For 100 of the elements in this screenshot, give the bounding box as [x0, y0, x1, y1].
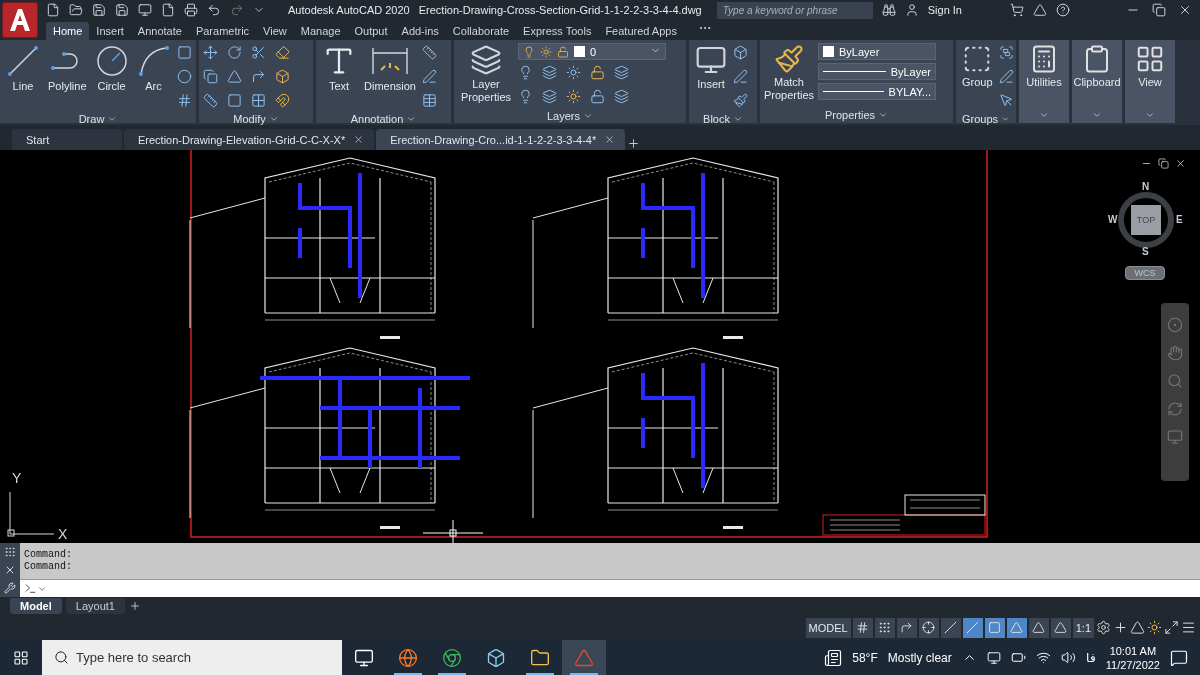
sign-in-link[interactable]: Sign In	[927, 4, 962, 16]
binoculars-icon[interactable]	[881, 3, 896, 17]
ribbon-tab[interactable]: Annotate	[130, 22, 189, 40]
print-icon[interactable]	[184, 3, 198, 17]
model-space-button[interactable]: MODEL	[805, 617, 851, 638]
ribbon-tab[interactable]: Insert	[89, 22, 131, 40]
cart-icon[interactable]	[1010, 3, 1024, 17]
array-icon[interactable]	[251, 93, 266, 108]
redo-icon[interactable]	[230, 3, 244, 17]
close-icon[interactable]	[604, 134, 616, 145]
group-button[interactable]: Group	[960, 43, 995, 90]
move-icon[interactable]	[203, 45, 218, 60]
erase-icon[interactable]	[275, 45, 290, 60]
panel-button[interactable]: Utilities	[1024, 43, 1064, 90]
group-select-icon[interactable]	[998, 93, 1014, 108]
rectangle-icon[interactable]	[176, 45, 192, 60]
arc-button[interactable]: Arc	[134, 43, 173, 94]
menu-icon[interactable]	[1181, 620, 1196, 635]
panel-button[interactable]: Clipboard	[1071, 43, 1123, 90]
linetype-dropdown[interactable]: BYLAY...	[818, 83, 936, 100]
text-button[interactable]: Text	[320, 43, 358, 94]
panel-title[interactable]: Draw	[0, 112, 196, 126]
fullscreen-icon[interactable]	[1164, 620, 1179, 635]
weather-text[interactable]: Mostly clear	[887, 650, 952, 665]
polyline-button[interactable]: Polyline	[46, 43, 89, 94]
command-input[interactable]	[20, 579, 1200, 597]
top-face[interactable]: TOP	[1131, 205, 1161, 235]
battery-icon[interactable]	[1010, 650, 1026, 665]
language-indicator[interactable]: فا	[1085, 650, 1096, 665]
search-field[interactable]: Type a keyword or phrase	[716, 1, 873, 19]
grip-icon[interactable]	[4, 546, 16, 558]
ribbon-tab[interactable]: Add-ins	[394, 22, 446, 40]
clock[interactable]: 10:01 AM 11/27/2022	[1105, 643, 1160, 672]
volume-icon[interactable]	[1060, 650, 1076, 665]
status-toggle-button[interactable]	[984, 617, 1005, 638]
ungroup-icon[interactable]	[998, 45, 1014, 60]
insert-button[interactable]: Insert	[693, 43, 729, 92]
notifications-icon[interactable]	[1170, 648, 1188, 667]
layout-tab[interactable]: Model	[10, 598, 62, 614]
layer-thaw-icon[interactable]	[566, 65, 581, 80]
layer-off-icon[interactable]	[518, 89, 533, 104]
ribbon-tab[interactable]: Express Tools	[516, 22, 599, 40]
ribbon-tab[interactable]: Collaborate	[445, 22, 517, 40]
layer-on-icon[interactable]	[518, 65, 533, 80]
save-as-icon[interactable]	[115, 3, 129, 17]
match-properties-button[interactable]: Match Properties	[764, 43, 814, 103]
open-folder-icon[interactable]	[69, 3, 83, 17]
add-layout-icon[interactable]	[128, 600, 141, 612]
settings-icon[interactable]	[1096, 620, 1111, 635]
ribbon-tab[interactable]: Manage	[293, 22, 348, 40]
layer-lock-icon[interactable]	[590, 89, 605, 104]
panel-button[interactable]: View	[1133, 43, 1167, 90]
color-dropdown[interactable]: ByLayer	[818, 43, 936, 60]
ribbon-tab[interactable]: Home	[46, 22, 90, 40]
status-toggle-button[interactable]	[940, 617, 961, 638]
panel-title[interactable]: Properties	[760, 106, 953, 123]
close-icon[interactable]	[1175, 158, 1186, 169]
save-icon[interactable]	[92, 3, 106, 17]
status-toggle-button[interactable]	[1028, 617, 1049, 638]
viewcube[interactable]: N W TOP E S	[1106, 180, 1186, 260]
file-tab[interactable]: Erection-Drawing-Cro...id-1-1-2-2-3-3-4-4*	[376, 129, 626, 150]
status-toggle-button[interactable]	[1050, 617, 1071, 638]
ribbon-tab[interactable]: Output	[347, 22, 395, 40]
application-menu-button[interactable]	[2, 2, 38, 38]
hatch-icon[interactable]	[176, 93, 192, 108]
layer-freeze-icon[interactable]	[566, 89, 581, 104]
weather-news-icon[interactable]	[824, 648, 843, 667]
undo-icon[interactable]	[207, 3, 221, 17]
fillet-icon[interactable]	[251, 69, 266, 84]
layer-properties-button[interactable]: Layer Properties	[458, 43, 514, 105]
status-toggle-button[interactable]	[896, 617, 917, 638]
close-icon[interactable]	[4, 564, 16, 576]
close-icon[interactable]	[1178, 3, 1192, 17]
restore-icon[interactable]	[1152, 3, 1166, 17]
line-button[interactable]: Line	[4, 43, 42, 94]
trim-icon[interactable]	[251, 45, 266, 60]
panel-title[interactable]: Layers	[454, 108, 686, 123]
taskbar-search-field[interactable]: Type here to search	[42, 640, 342, 675]
copy-icon[interactable]	[203, 69, 218, 84]
lineweight-dropdown[interactable]: ByLayer	[818, 63, 936, 80]
panel-title[interactable]: Modify	[199, 112, 313, 126]
file-tab[interactable]: Start	[12, 129, 122, 150]
table-icon[interactable]	[421, 93, 437, 108]
drawing-canvas[interactable]: N W TOP E S WCS Y X	[0, 150, 1200, 543]
temperature-text[interactable]: 58°F	[852, 650, 878, 665]
panel-title[interactable]: Block	[689, 112, 757, 126]
scale-button[interactable]: 1:1	[1072, 617, 1094, 638]
ribbon-tab[interactable]: Featured Apps	[598, 22, 684, 40]
ellipse-icon[interactable]	[176, 69, 192, 84]
file-tab[interactable]: Erection-Drawing-Elevation-Grid-C-C-X-X*	[124, 129, 375, 150]
wifi-icon[interactable]	[1035, 650, 1051, 665]
new-file-icon[interactable]	[46, 3, 60, 17]
status-toggle-button[interactable]	[962, 617, 983, 638]
new-tab-icon[interactable]	[627, 137, 641, 150]
user-icon[interactable]	[904, 3, 919, 17]
layer-dropdown[interactable]: 0	[518, 43, 666, 60]
status-toggle-button[interactable]	[852, 617, 873, 638]
status-toggle-button[interactable]	[874, 617, 895, 638]
rotate-icon[interactable]	[227, 45, 242, 60]
layout-tab[interactable]: Layout1	[65, 598, 125, 614]
